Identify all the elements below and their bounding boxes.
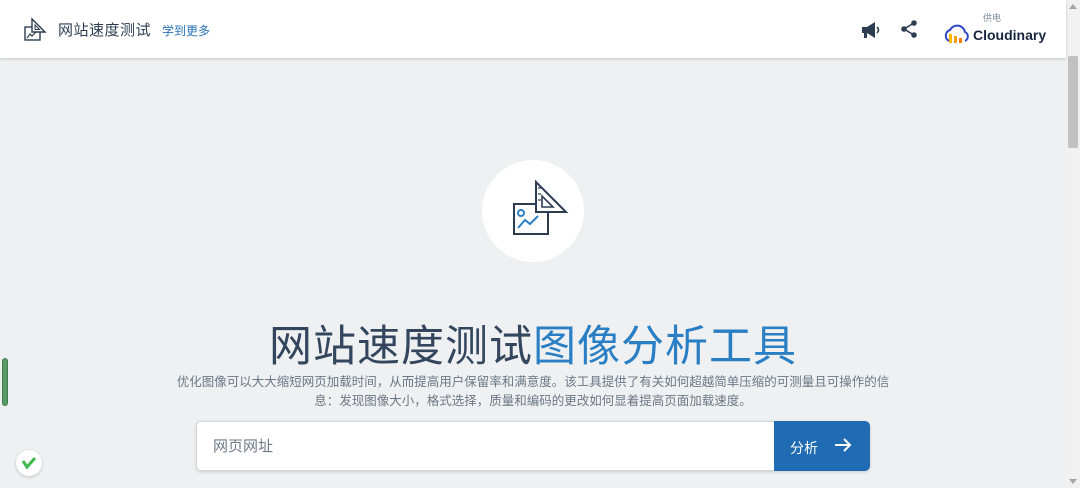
url-input[interactable] [196,421,774,471]
cloudinary-logo[interactable]: Cloudinary [942,23,1052,47]
cloudinary-name: Cloudinary [973,27,1047,43]
hero-icon-circle [482,160,584,262]
page-description: 优化图像可以大大缩短网页加载时间，从而提高用户保留率和满意度。该工具提供了有关如… [176,373,890,408]
scroll-up-arrow-icon[interactable] [1069,4,1077,9]
url-analyze-form: 分析 [196,421,870,471]
brand-title[interactable]: 网站速度测试 [58,19,151,40]
analyze-button[interactable]: 分析 [774,421,870,471]
analyze-button-label: 分析 [790,441,818,457]
scroll-thumb[interactable] [1068,56,1078,148]
page-title-main: 网站速度测试 [269,321,533,372]
cloudinary-logo-icon [944,24,969,43]
share-icon[interactable] [899,19,919,39]
check-logo-icon [21,457,37,470]
top-bar: 网站速度测试 学到更多 供电 Cloudinary [0,0,1066,58]
image-analysis-icon [513,180,569,235]
brand-logo-icon[interactable] [22,16,50,44]
page-title: 网站速度测试图像分析工具 [0,312,1066,374]
scroll-down-arrow-icon[interactable] [1069,479,1077,484]
page-scrollbar[interactable] [1066,0,1080,488]
side-drag-handle[interactable] [2,358,8,406]
learn-more-link[interactable]: 学到更多 [162,22,210,39]
floating-assistant-button[interactable] [16,450,42,476]
megaphone-icon[interactable] [860,20,882,40]
page-title-accent: 图像分析工具 [533,321,797,372]
arrow-right-icon [835,438,852,452]
